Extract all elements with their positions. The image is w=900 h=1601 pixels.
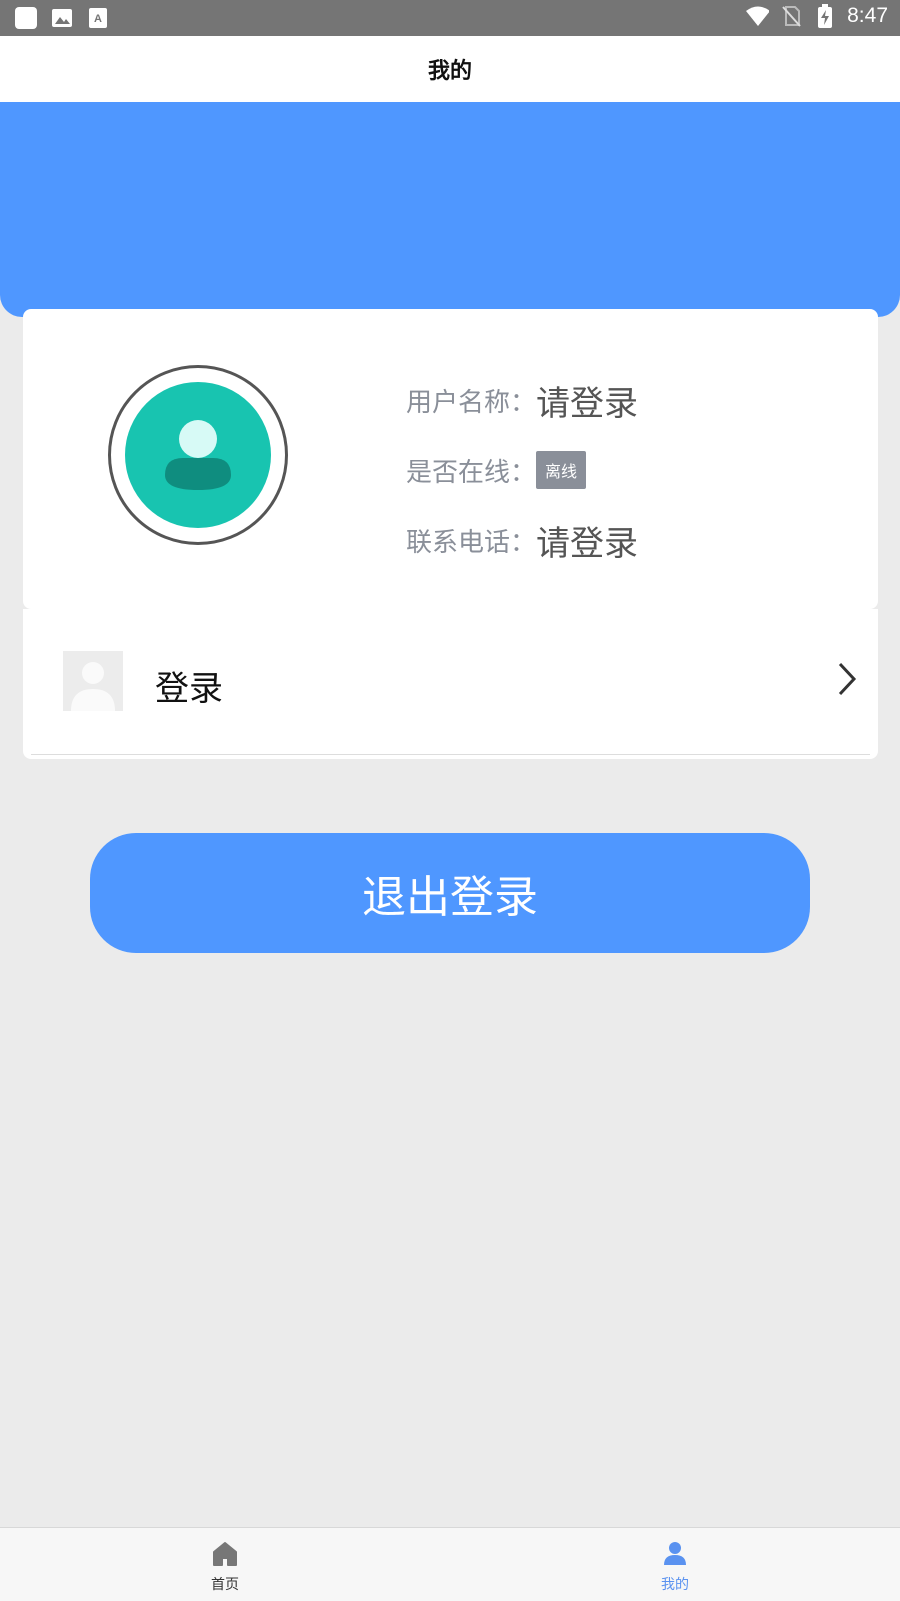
user-icon [661,1540,689,1568]
wifi-icon [745,4,770,28]
chevron-right-icon [836,661,858,701]
tab-mine-label: 我的 [661,1577,689,1593]
username-label: 用户名称： [406,387,537,418]
tab-mine[interactable]: 我的 [575,1528,775,1601]
phone-value: 请登录 [536,523,639,564]
home-icon [211,1540,239,1568]
user-info: 用户名称： 请登录 是否在线： 离线 联系电话： 请登录 [406,365,638,575]
page-title: 我的 [427,59,472,84]
image-icon [50,6,74,30]
svg-text:A: A [94,13,102,25]
online-label: 是否在线： [406,457,537,488]
default-user-icon [125,382,271,528]
login-label: 登录 [155,669,223,709]
battery-charging-icon [813,4,837,28]
header-banner [0,102,900,317]
tab-bar: 首页 我的 [0,1527,900,1601]
logout-button[interactable]: 退出登录 [90,833,810,953]
username-row: 用户名称： 请登录 [406,365,638,435]
phone-label: 联系电话： [406,527,537,558]
app-icon [14,6,38,30]
tab-home[interactable]: 首页 [125,1528,325,1601]
status-bar: A 8:47 [0,0,900,36]
phone-row: 联系电话： 请登录 [406,505,638,575]
user-placeholder-icon [63,651,123,711]
profile-card: 用户名称： 请登录 是否在线： 离线 联系电话： 请登录 [23,309,878,609]
tab-home-label: 首页 [211,1577,239,1593]
login-list-item[interactable]: 登录 [23,609,878,759]
navigation-bar: 我的 [0,36,900,102]
clock: 8:47 [847,4,888,27]
username-value: 请登录 [536,383,639,424]
avatar[interactable] [108,365,288,545]
text-icon: A [86,6,110,30]
status-badge: 离线 [536,451,587,489]
no-sim-icon [779,4,803,28]
online-row: 是否在线： 离线 [406,435,638,505]
divider [31,754,870,755]
